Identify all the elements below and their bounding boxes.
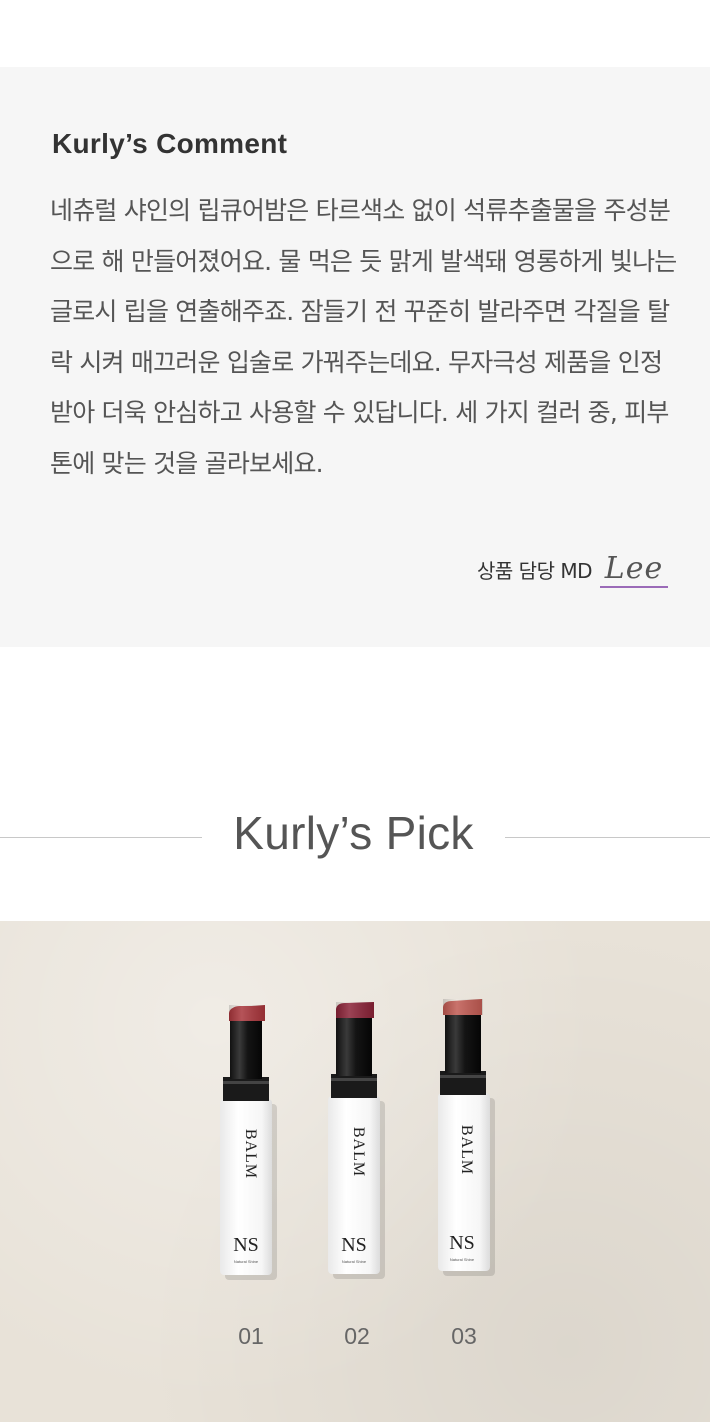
svg-text:Natural Shine: Natural Shine	[342, 1259, 367, 1264]
svg-text:NS: NS	[341, 1234, 367, 1256]
svg-text:Natural Shine: Natural Shine	[234, 1259, 259, 1264]
lipstick-01: BALM NS Natural Shine	[220, 1005, 277, 1280]
product-number-02: 02	[344, 1323, 370, 1349]
product-number-03: 03	[451, 1323, 477, 1349]
svg-text:BALM: BALM	[242, 1129, 259, 1179]
pick-title: Kurly’s Pick	[233, 807, 474, 859]
comment-title: Kurly’s Comment	[52, 128, 288, 159]
lipstick-03: BALM NS Natural Shine	[438, 999, 495, 1276]
svg-text:BALM: BALM	[458, 1125, 475, 1175]
product-number-01: 01	[238, 1323, 264, 1349]
product-photo: BALM NS Natural Shine BALM NS Natural Sh…	[0, 921, 710, 1422]
md-signature-block: 상품 담당 MD Lee	[477, 548, 668, 588]
md-signature: Lee	[600, 552, 668, 588]
svg-text:Natural Shine: Natural Shine	[450, 1257, 475, 1262]
svg-text:NS: NS	[449, 1232, 475, 1254]
pick-divider-left	[0, 837, 202, 838]
comment-body: 네츄럴 샤인의 립큐어밤은 타르색소 없이 석류추출물을 주성분으로 해 만들어…	[50, 196, 677, 478]
lipstick-02: BALM NS Natural Shine	[328, 1002, 385, 1279]
svg-text:NS: NS	[233, 1234, 259, 1256]
pick-divider-right	[505, 837, 710, 838]
md-label: 상품 담당 MD	[477, 559, 592, 583]
svg-text:BALM: BALM	[350, 1127, 367, 1177]
